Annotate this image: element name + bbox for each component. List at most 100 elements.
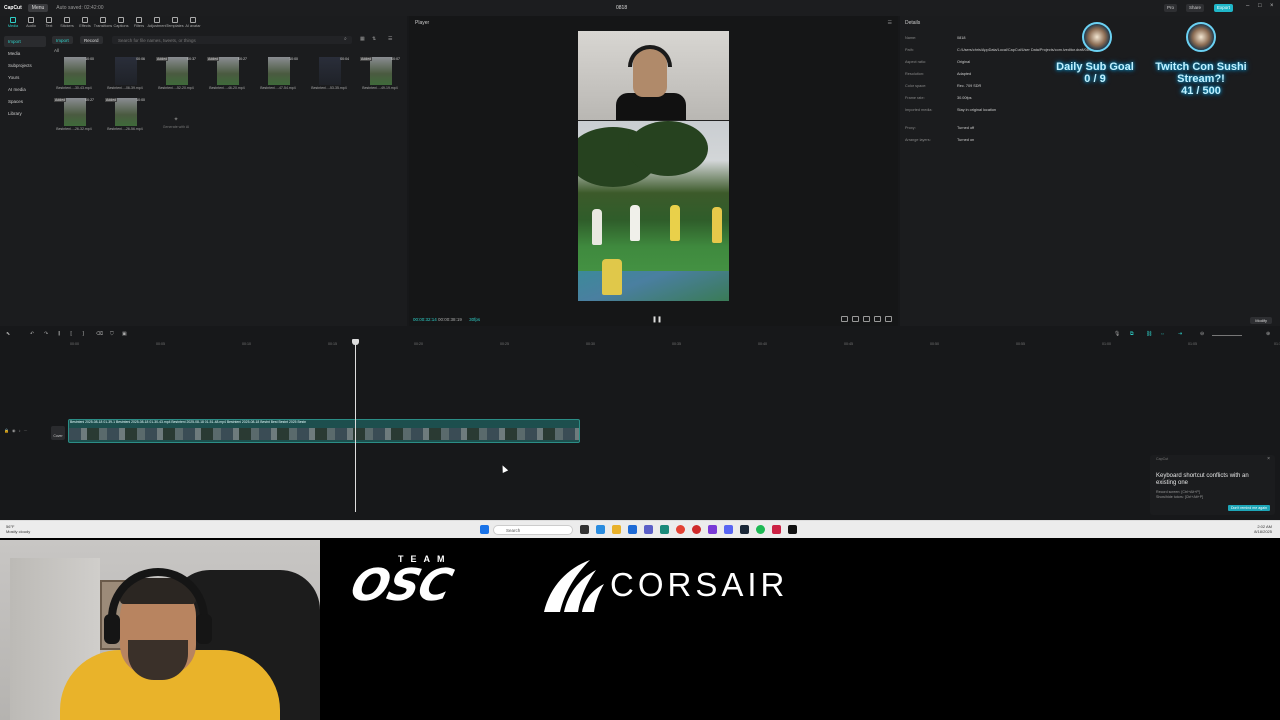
sidebar-item-subprojects[interactable]: Subprojects <box>4 60 46 71</box>
redo-icon[interactable]: ↷ <box>44 331 48 337</box>
grid-view-icon[interactable]: ▦ <box>360 36 365 42</box>
audio-icon[interactable]: ♪ <box>18 428 20 433</box>
playhead[interactable] <box>355 340 356 512</box>
select-tool-icon[interactable]: ⬉ <box>6 331 10 337</box>
play-pause-button[interactable]: ❚❚ <box>652 316 662 323</box>
split-left-icon[interactable]: ⟦ <box>70 331 72 337</box>
character-figure <box>670 205 680 241</box>
detail-row: Imported media: Stay in original location <box>905 108 1275 114</box>
sidebar-item-media[interactable]: Media <box>4 48 46 59</box>
media-item[interactable]: Added 00:37 Bestnteni...-52-20.mp4 <box>154 57 198 93</box>
media-item[interactable]: Added 00:27 Bestnteni...-46-20.mp4 <box>205 57 249 93</box>
tab-ai-avatar[interactable]: AI avatar <box>184 16 202 31</box>
chrome-icon[interactable] <box>676 525 685 534</box>
split-icon[interactable]: ⫼ <box>58 331 60 337</box>
tab-transitions[interactable]: Transitions <box>94 16 112 31</box>
sort-icon[interactable]: ⇅ <box>372 36 376 42</box>
media-item[interactable]: 00:04 Bestnteni...-53-35.mp4 <box>307 57 351 93</box>
task-view-icon[interactable] <box>580 525 589 534</box>
toast-close-icon[interactable]: × <box>1267 456 1270 462</box>
eye-icon[interactable]: ◉ <box>12 428 16 433</box>
filter-icon[interactable]: ☰ <box>388 36 392 42</box>
generate-ai-tile[interactable]: ✦ Generate with AI <box>154 116 198 146</box>
ratio-icon[interactable] <box>852 316 859 322</box>
title-bar: CapCut Menu Auto saved: 02:42:00 0818 Pr… <box>0 0 1280 16</box>
video-preview[interactable] <box>578 31 729 301</box>
media-search-input[interactable]: Search for file names, tweets, or things <box>112 36 352 44</box>
dont-remind-button[interactable]: Don't remind me again <box>1227 505 1270 511</box>
weather-widget[interactable]: 56°F Mostly cloudy <box>6 524 30 534</box>
maximize-icon[interactable]: □ <box>1258 3 1262 9</box>
discord-icon[interactable] <box>724 525 733 534</box>
zoom-in-icon[interactable]: ⊕ <box>1266 331 1270 337</box>
share-button[interactable]: Share <box>1186 4 1205 12</box>
tab-templates[interactable]: Templates <box>166 16 184 31</box>
quality-icon[interactable] <box>874 316 881 322</box>
system-tray-clock[interactable]: 2:02 AM 8/18/2025 <box>1254 524 1272 534</box>
start-icon[interactable] <box>480 525 489 534</box>
media-item[interactable]: 00:06 Bestnteni...-06-39.mp4 <box>103 57 147 93</box>
record-button[interactable]: Record <box>80 36 103 44</box>
tab-adjustment[interactable]: Adjustment <box>148 16 167 31</box>
teams-icon[interactable] <box>644 525 653 534</box>
spotify-icon[interactable] <box>756 525 765 534</box>
video-track-clips[interactable]: Bestnteni 2025-08-18 01-39-1 Bestnteni 2… <box>68 419 580 443</box>
edge-icon[interactable] <box>660 525 669 534</box>
fullscreen-icon[interactable] <box>885 316 892 322</box>
export-button[interactable]: Export <box>1214 4 1234 12</box>
preview-axis-icon[interactable]: ⇔ <box>1160 331 1165 337</box>
all-filter-label[interactable]: All <box>54 48 59 53</box>
obs-icon[interactable] <box>692 525 701 534</box>
magnet-icon[interactable]: ⧉ <box>1130 331 1134 337</box>
close-icon[interactable]: × <box>1270 3 1274 9</box>
sidebar-item-import[interactable]: Import <box>4 36 46 47</box>
twitch-icon[interactable] <box>708 525 717 534</box>
more-icon[interactable]: ⋯ <box>23 428 27 433</box>
link-icon[interactable]: ⛓ <box>1146 331 1152 337</box>
tab-media[interactable]: Media <box>4 16 22 31</box>
timeline-ruler[interactable]: 00:00 00:05 00:10 00:15 00:20 00:25 00:30 00:35… <box>50 342 1280 348</box>
modify-button[interactable]: Modify <box>1250 317 1272 324</box>
sidebar-item-spaces[interactable]: Spaces <box>4 96 46 107</box>
split-right-icon[interactable]: ⟧ <box>82 331 84 337</box>
sidebar-item-library[interactable]: Library <box>4 108 46 119</box>
tab-text[interactable]: Text <box>40 16 58 31</box>
media-item[interactable]: Added 10:00 Bestnteni...-26-56.mp4 <box>103 98 147 134</box>
crop-icon[interactable] <box>841 316 848 322</box>
crop-tool-icon[interactable]: ▣ <box>122 331 127 337</box>
widgets-icon[interactable] <box>596 525 605 534</box>
delete-icon[interactable]: ⌫ <box>96 331 103 337</box>
shield-icon[interactable]: ⛉ <box>110 331 114 337</box>
undo-icon[interactable]: ↶ <box>30 331 34 337</box>
menu-button[interactable]: Menu <box>27 4 49 12</box>
minimize-icon[interactable]: – <box>1246 3 1249 9</box>
capcut-icon[interactable] <box>788 525 797 534</box>
panel-menu-icon[interactable]: ☰ <box>888 20 892 26</box>
tab-stickers[interactable]: Stickers <box>58 16 76 31</box>
tab-filters[interactable]: Filters <box>130 16 148 31</box>
media-item[interactable]: Added 00:27 Bestnteni...-26-32.mp4 <box>52 98 96 134</box>
sidebar-item-yours[interactable]: Yours <box>4 72 46 83</box>
tab-effects[interactable]: Effects <box>76 16 94 31</box>
pro-button[interactable]: Pro <box>1164 4 1178 12</box>
tab-audio[interactable]: Audio <box>22 16 40 31</box>
sidebar-item-ai-media[interactable]: AI media <box>4 84 46 95</box>
snap-icon[interactable]: ⇥ <box>1178 331 1182 337</box>
tab-captions[interactable]: Captions <box>112 16 130 31</box>
steam-icon[interactable] <box>740 525 749 534</box>
zoom-out-icon[interactable]: ⊖ <box>1200 331 1204 337</box>
search-icon[interactable]: ⌕ <box>344 36 347 42</box>
import-button[interactable]: Import <box>52 36 73 44</box>
mic-icon[interactable]: 🎙 <box>1114 331 1120 337</box>
media-item[interactable]: 10:00 Bestnteni...-30-43.mp4 <box>52 57 96 93</box>
zoom-slider[interactable] <box>1212 335 1242 336</box>
lock-icon[interactable]: 🔒 <box>4 428 9 433</box>
zoom-icon[interactable] <box>863 316 870 322</box>
media-item[interactable]: 10:00 Bestnteni...-47-54.mp4 <box>256 57 300 93</box>
cover-button[interactable]: Cover <box>51 426 65 440</box>
store-icon[interactable] <box>628 525 637 534</box>
app-icon[interactable] <box>772 525 781 534</box>
media-item[interactable]: Added 00:07 Bestnteni...-49-19.mp4 <box>358 57 402 93</box>
taskbar-search[interactable]: Search <box>493 525 573 535</box>
file-explorer-icon[interactable] <box>612 525 621 534</box>
